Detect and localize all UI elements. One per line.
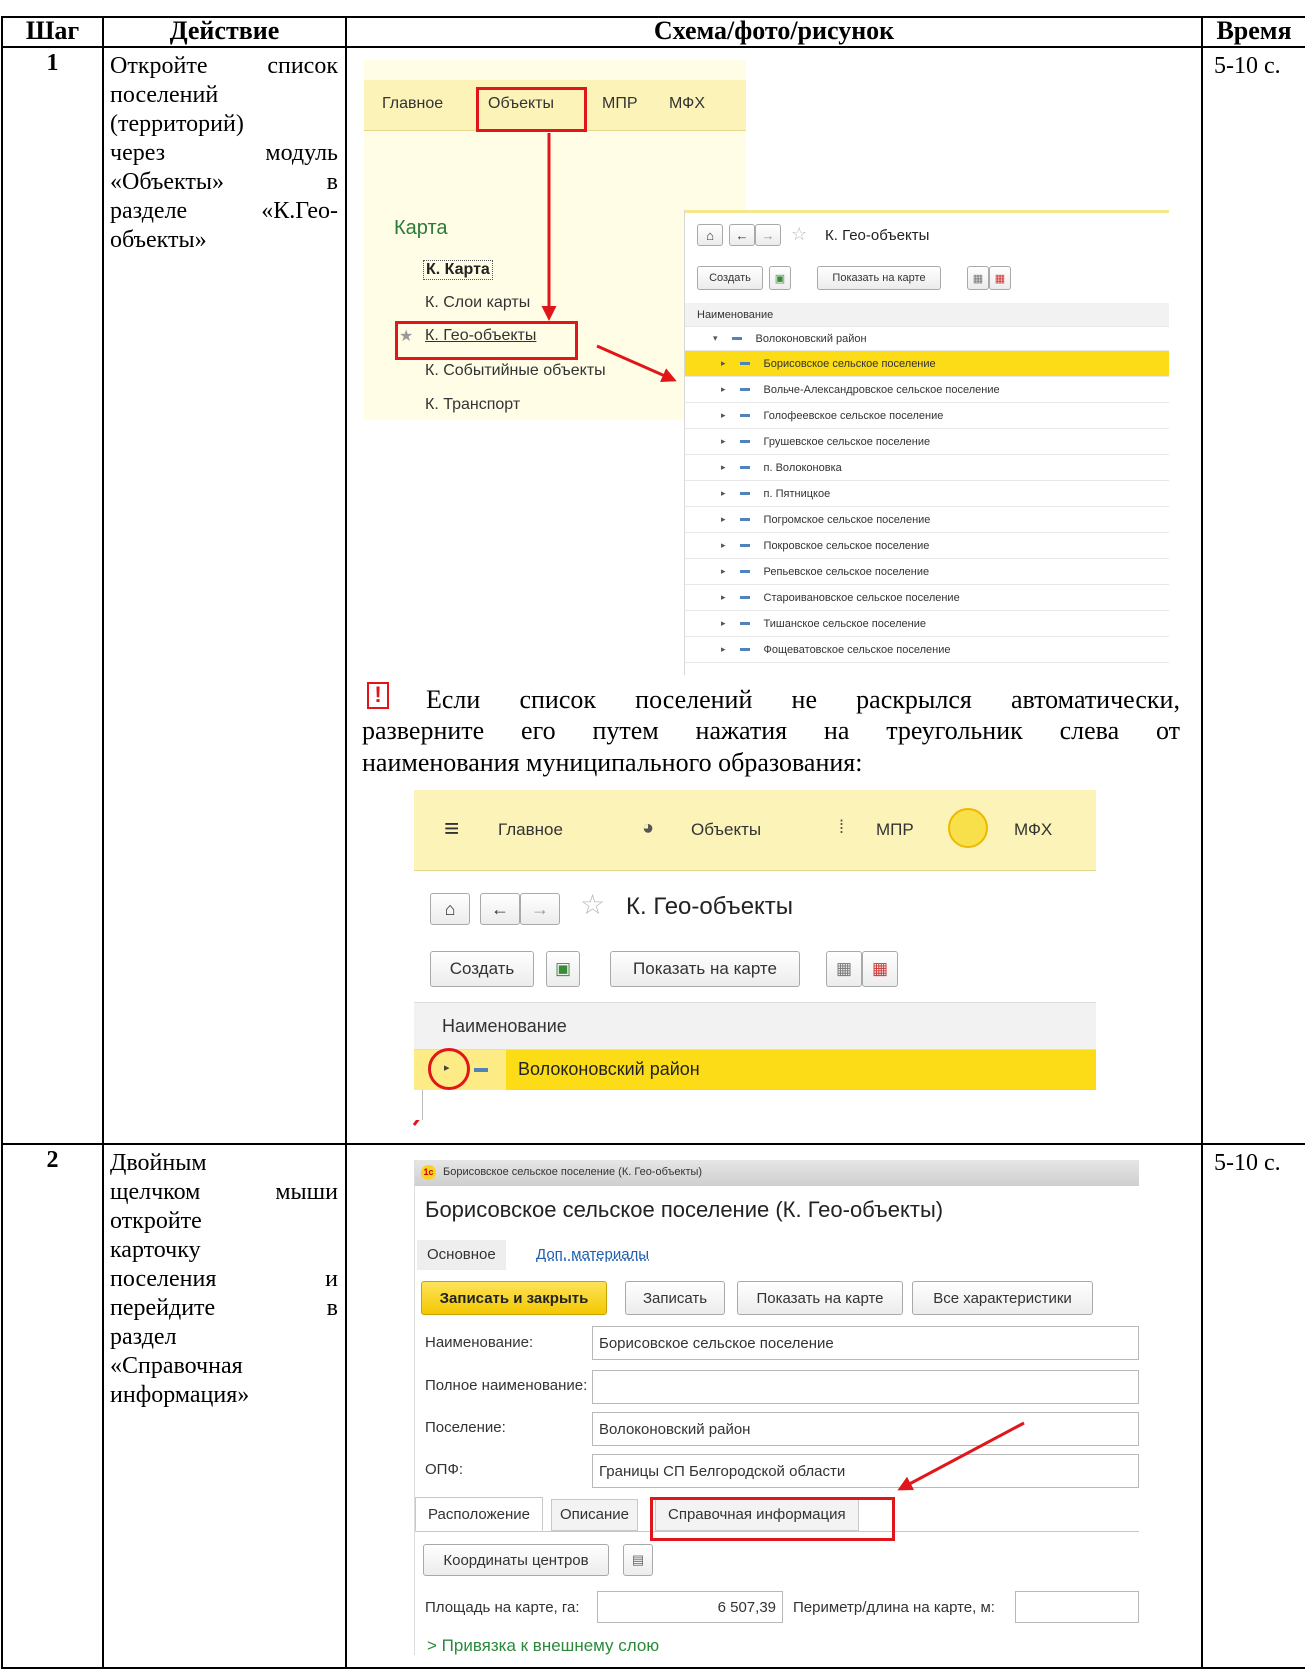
mfh-circle-icon (948, 808, 988, 848)
favorite-star-icon-c[interactable]: ☆ (580, 888, 605, 921)
note-word: на (823, 716, 850, 745)
arrow-to-reference-tab (897, 1421, 1025, 1491)
hamburger-icon[interactable]: ≡ (444, 813, 459, 844)
back-button-c[interactable]: ← (480, 893, 520, 925)
menu-c-mfh[interactable]: МФХ (1014, 820, 1052, 840)
screenshot-expand: ≡ Главное ◕ Объекты ⁞ МПР МФХ ⌂ ← → ☆ К.… (414, 790, 1096, 1120)
menu-c-mpr[interactable]: МПР (876, 820, 914, 840)
create-button-c[interactable]: Создать (430, 951, 534, 987)
warning-mark: ! (367, 682, 389, 709)
note-word: путем (592, 716, 659, 745)
menu-c-objects[interactable]: Объекты (691, 820, 761, 840)
column-header-c[interactable]: Наименование (414, 1002, 1096, 1050)
forward-button-c[interactable]: → (520, 893, 560, 925)
tree-root-label-c: Волоконовский район (518, 1059, 700, 1079)
add-icon-button-c[interactable]: ▣ (546, 951, 580, 987)
note-word: список (519, 685, 597, 714)
note-word: нажатия (695, 716, 788, 745)
arrows-row2 (897, 1421, 1025, 1491)
highlight-circle-triangle (428, 1048, 470, 1090)
tree-root-row-c[interactable] (414, 1050, 1096, 1090)
note-word: поселений (635, 685, 753, 714)
note-word: от (1155, 716, 1180, 745)
filter-icon-button-c[interactable]: ▦ (826, 951, 862, 987)
show-on-map-button-c[interactable]: Показать на карте (610, 951, 800, 987)
arrow-item-to-list (596, 344, 677, 383)
clear-filter-icon-button-c[interactable]: ▦ (862, 951, 898, 987)
globe-icon: ◕ (642, 817, 655, 839)
note-word: автоматически, (1010, 685, 1180, 714)
list-title-c: К. Гео-объекты (626, 893, 794, 920)
note-word: Если (426, 685, 481, 714)
note-line-1: Если список поселений не раскрылся автом… (426, 685, 1180, 714)
tree-guide-line (422, 1090, 423, 1120)
note-word: слева (1059, 716, 1120, 745)
note-word: раскрылся (856, 685, 972, 714)
note-word: его (521, 716, 556, 745)
note-word: разверните (362, 716, 485, 745)
dots-icon: ⁞ (839, 817, 845, 837)
note-word: треугольник (886, 716, 1023, 745)
note-line-3: наименования муниципального образования: (362, 748, 863, 777)
menu-c-main[interactable]: Главное (498, 820, 563, 840)
group-icon-c (474, 1068, 488, 1072)
note-word: не (791, 685, 818, 714)
home-button-c[interactable]: ⌂ (430, 893, 470, 925)
note-line-2: разверните его путем нажатия на треуголь… (362, 716, 1180, 745)
